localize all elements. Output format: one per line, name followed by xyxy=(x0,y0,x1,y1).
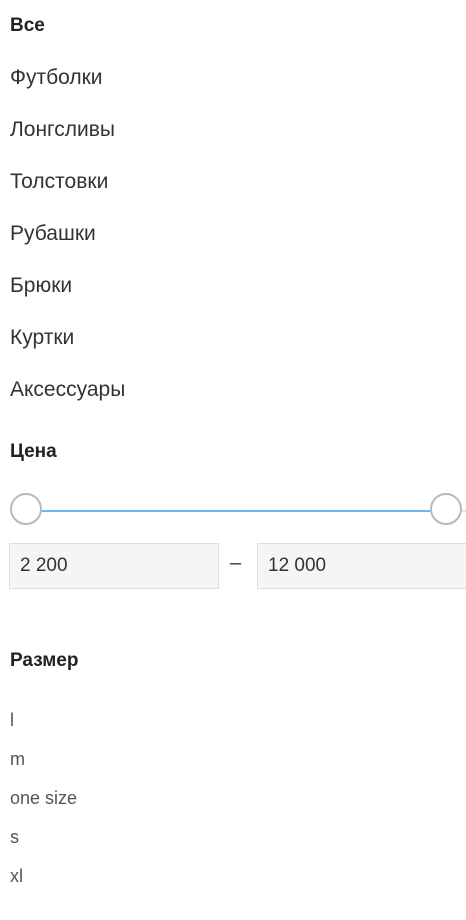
category-item-accessories[interactable]: Аксессуары xyxy=(10,374,125,426)
category-item-all[interactable]: Все xyxy=(10,10,125,62)
price-range-slider[interactable] xyxy=(10,493,466,529)
price-min-input[interactable] xyxy=(9,543,219,589)
category-item-jackets[interactable]: Куртки xyxy=(10,322,125,374)
slider-range-fill xyxy=(42,510,430,512)
category-item-tshirts[interactable]: Футболки xyxy=(10,62,125,114)
size-option-xl[interactable]: xl xyxy=(10,863,77,902)
slider-max-handle[interactable] xyxy=(430,493,462,525)
price-filter-title: Цена xyxy=(10,441,57,462)
size-option-l[interactable]: l xyxy=(10,707,77,746)
category-item-shirts[interactable]: Рубашки xyxy=(10,218,125,270)
price-max-input[interactable] xyxy=(257,543,466,589)
size-option-one-size[interactable]: one size xyxy=(10,785,77,824)
category-item-trousers[interactable]: Брюки xyxy=(10,270,125,322)
category-item-longsleeves[interactable]: Лонгсливы xyxy=(10,114,125,166)
size-filter-title: Размер xyxy=(10,650,79,671)
filter-panel: Все Футболки Лонгсливы Толстовки Рубашки… xyxy=(0,0,466,920)
size-list: l m one size s xl xyxy=(10,707,77,902)
size-option-s[interactable]: s xyxy=(10,824,77,863)
category-list: Все Футболки Лонгсливы Толстовки Рубашки… xyxy=(10,10,125,426)
size-option-m[interactable]: m xyxy=(10,746,77,785)
slider-min-handle[interactable] xyxy=(10,493,42,525)
price-range-separator: – xyxy=(230,552,242,574)
category-item-hoodies[interactable]: Толстовки xyxy=(10,166,125,218)
